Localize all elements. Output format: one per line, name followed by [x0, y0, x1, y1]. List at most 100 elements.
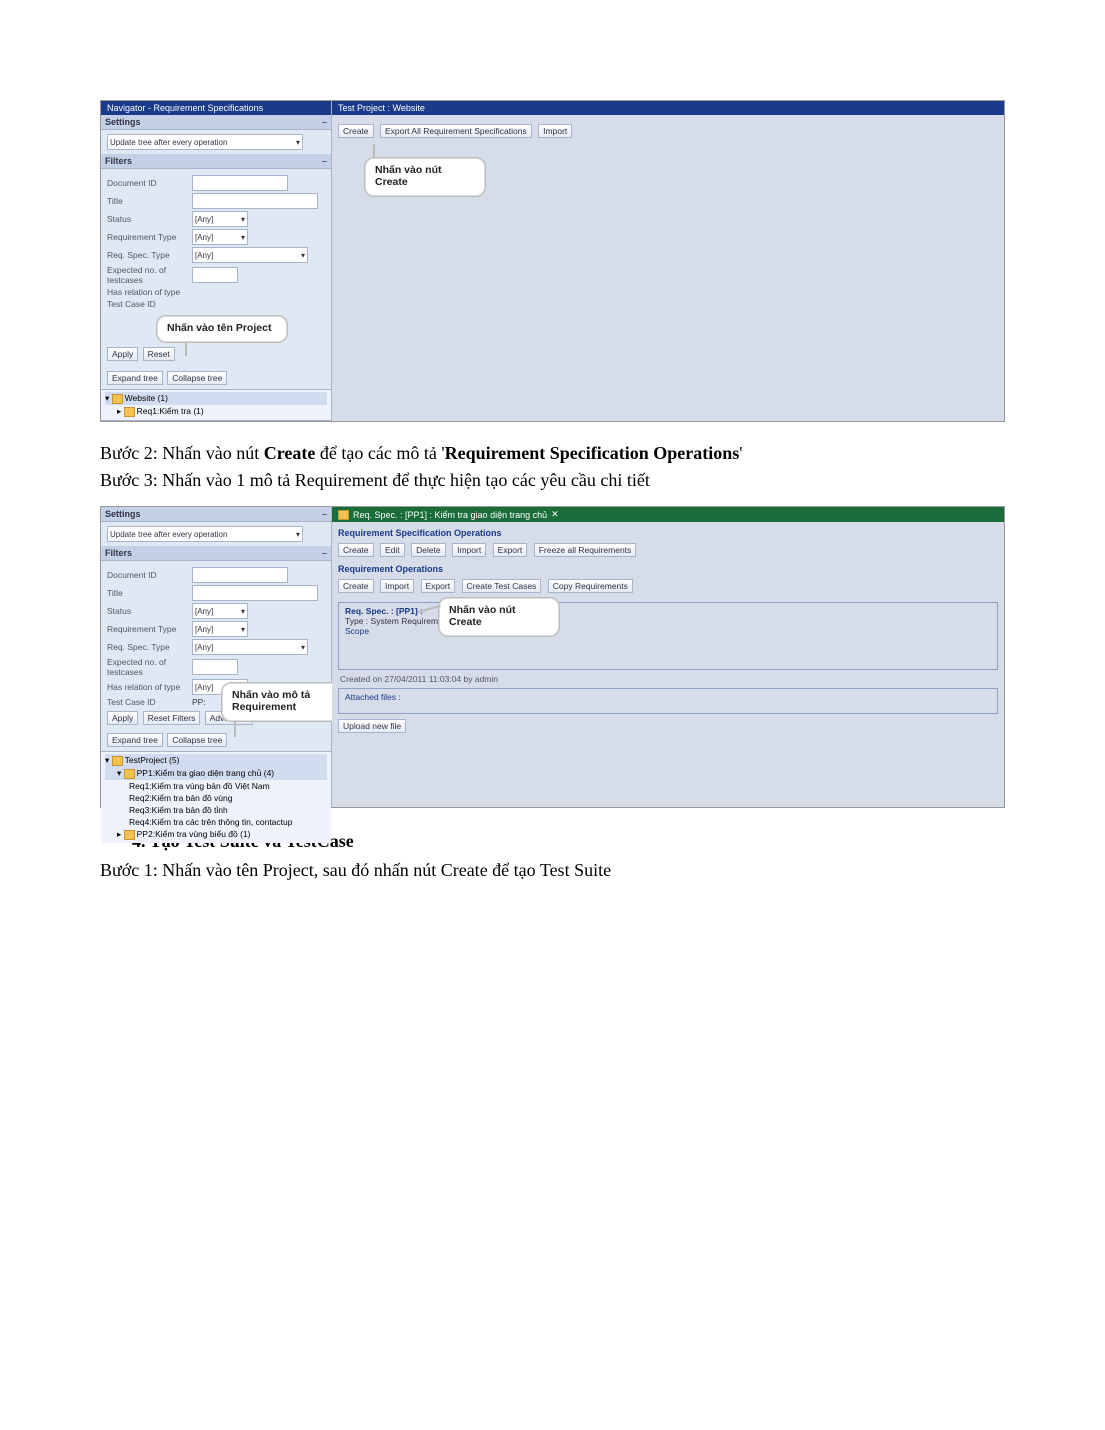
tab-req-spec[interactable]: Req. Spec. : [PP1] : Kiểm tra giao diện …	[332, 507, 1004, 522]
settings-label: Settings	[105, 509, 141, 519]
step2-b1: Create	[264, 443, 316, 463]
step3: Bước 3: Nhấn vào 1 mô tả Requirement để …	[100, 467, 1005, 494]
chevron-down-icon: ▾	[296, 138, 300, 147]
tree-node-pp2[interactable]: ▸ PP2:Kiểm tra vùng biểu đồ (1)	[105, 828, 327, 841]
title-label: Title	[107, 588, 192, 598]
spec-edit-button[interactable]: Edit	[380, 543, 405, 557]
callout-create: Nhấn vào nút Create	[438, 597, 560, 637]
req-create-button[interactable]: Create	[338, 579, 374, 593]
chevron-down-icon: ▾	[241, 607, 245, 616]
req-spec-type-select[interactable]: [Any]▾	[192, 639, 308, 655]
status-select[interactable]: [Any]▾	[192, 211, 248, 227]
callout-project: Nhấn vào tên Project	[156, 315, 288, 343]
req-import-button[interactable]: Import	[380, 579, 414, 593]
expand-tree-button[interactable]: Expand tree	[107, 371, 163, 385]
export-all-button[interactable]: Export All Requirement Specifications	[380, 124, 532, 138]
tree-root[interactable]: ▾ TestProject (5)	[105, 754, 327, 767]
create-button[interactable]: Create	[338, 124, 374, 138]
req-export-button[interactable]: Export	[421, 579, 456, 593]
req-type-label: Requirement Type	[107, 624, 192, 634]
spec-create-button[interactable]: Create	[338, 543, 374, 557]
chevron-down-icon: ▾	[241, 625, 245, 634]
spec-export-button[interactable]: Export	[493, 543, 528, 557]
tree-leaf-3[interactable]: Req3:Kiểm tra bản đồ tỉnh	[105, 804, 327, 816]
tree-leaf-4[interactable]: Req4:Kiểm tra các trên thông tin, contac…	[105, 816, 327, 828]
collapse-tree-button[interactable]: Collapse tree	[167, 371, 227, 385]
title-input[interactable]	[192, 193, 318, 209]
settings-label: Settings	[105, 117, 141, 127]
scrollbar[interactable]	[101, 420, 331, 421]
settings-select[interactable]: Update tree after every operation ▾	[107, 526, 303, 542]
expected-label: Expected no. of testcases	[107, 265, 192, 285]
upload-file-button[interactable]: Upload new file	[338, 719, 406, 733]
filters-header[interactable]: Filters –	[101, 154, 331, 169]
req-create-tc-button[interactable]: Create Test Cases	[462, 579, 542, 593]
callout-create: Nhấn vào nút Create	[364, 157, 486, 197]
expected-input[interactable]	[192, 659, 238, 675]
tc-id-label: Test Case ID	[107, 697, 192, 707]
reset-filters-button[interactable]: Reset Filters	[143, 711, 201, 725]
detail-box: Req. Spec. : [PP1] : Type : System Requi…	[338, 602, 998, 670]
expand-tree-button[interactable]: Expand tree	[107, 733, 163, 747]
settings-header[interactable]: Settings –	[101, 507, 331, 522]
status-select[interactable]: [Any]▾	[192, 603, 248, 619]
title-input[interactable]	[192, 585, 318, 601]
apply-button[interactable]: Apply	[107, 711, 138, 725]
reset-button[interactable]: Reset	[143, 347, 175, 361]
req-spec-type-label: Req. Spec. Type	[107, 642, 192, 652]
req-type-select[interactable]: [Any]▾	[192, 621, 248, 637]
step2-mid: để tạo các mô tả '	[315, 443, 444, 463]
tree-leaf-1[interactable]: Req1:Kiểm tra vùng bản đồ Việt Nam	[105, 780, 327, 792]
doc-body: Bước 2: Nhấn vào nút Create để tạo các m…	[100, 440, 1005, 494]
screenshot-2: Settings – Update tree after every opera…	[100, 506, 1005, 808]
settings-header[interactable]: Settings –	[101, 115, 331, 130]
collapse-icon[interactable]: –	[322, 548, 327, 558]
chevron-down-icon: ▾	[241, 233, 245, 242]
settings-select[interactable]: Update tree after every operation ▾	[107, 134, 303, 150]
tree-view[interactable]: ▾ TestProject (5) ▾ PP1:Kiểm tra giao di…	[101, 751, 331, 843]
req-spec-type-label: Req. Spec. Type	[107, 250, 192, 260]
step4-1: Bước 1: Nhấn vào tên Project, sau đó nhấ…	[100, 857, 1005, 884]
relation-label: Has relation of type	[107, 287, 192, 297]
spec-delete-button[interactable]: Delete	[411, 543, 446, 557]
tree-leaf-2[interactable]: Req2:Kiểm tra bản đồ vùng	[105, 792, 327, 804]
folder-icon	[124, 407, 135, 417]
collapse-icon[interactable]: –	[322, 117, 327, 127]
chevron-down-icon: ▾	[301, 643, 305, 652]
req-type-select[interactable]: [Any]▾	[192, 229, 248, 245]
step2-b2: Requirement Specification Operations	[445, 443, 740, 463]
doc-id-label: Document ID	[107, 178, 192, 188]
folder-icon	[124, 830, 135, 840]
chevron-down-icon: ▾	[296, 530, 300, 539]
req-copy-button[interactable]: Copy Requirements	[548, 579, 633, 593]
collapse-icon[interactable]: –	[322, 509, 327, 519]
tree-child[interactable]: ▸ Req1:Kiểm tra (1)	[105, 405, 327, 418]
folder-icon	[124, 769, 135, 779]
req-spec-type-select[interactable]: [Any]▾	[192, 247, 308, 263]
close-icon[interactable]: ✕	[551, 509, 559, 520]
right-title: Test Project : Website	[332, 101, 1004, 115]
attached-files-box: Attached files :	[338, 688, 998, 714]
status-label: Status	[107, 606, 192, 616]
tree-view[interactable]: ▾ Website (1) ▸ Req1:Kiểm tra (1)	[101, 389, 331, 420]
folder-icon	[338, 510, 349, 520]
filters-header[interactable]: Filters –	[101, 546, 331, 561]
relation-label: Has relation of type	[107, 682, 192, 692]
import-button[interactable]: Import	[538, 124, 572, 138]
doc-id-label: Document ID	[107, 570, 192, 580]
tree-node-pp1[interactable]: ▾ PP1:Kiểm tra giao diện trang chủ (4)	[105, 767, 327, 780]
tree-root[interactable]: ▾ Website (1)	[105, 392, 327, 405]
req-ops-header: Requirement Operations	[338, 564, 998, 574]
spec-import-button[interactable]: Import	[452, 543, 486, 557]
collapse-icon[interactable]: –	[322, 156, 327, 166]
doc-id-input[interactable]	[192, 567, 288, 583]
tc-id-prefix: PP:	[192, 697, 206, 707]
title-label: Title	[107, 196, 192, 206]
spec-ops-header: Requirement Specification Operations	[338, 528, 998, 538]
collapse-tree-button[interactable]: Collapse tree	[167, 733, 227, 747]
expected-input[interactable]	[192, 267, 238, 283]
created-line: Created on 27/04/2011 11:03:04 by admin	[340, 674, 996, 684]
apply-button[interactable]: Apply	[107, 347, 138, 361]
spec-freeze-button[interactable]: Freeze all Requirements	[534, 543, 637, 557]
doc-id-input[interactable]	[192, 175, 288, 191]
